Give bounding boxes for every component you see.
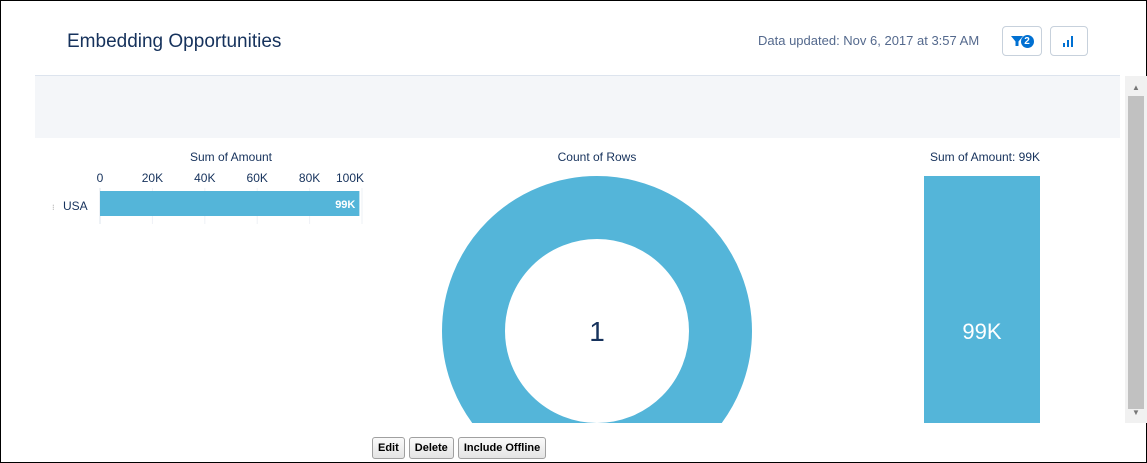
x-tick-label: 100K [336,171,364,185]
x-tick-label: 60K [247,171,268,185]
x-tick-label: 20K [142,171,163,185]
bottom-toolbar: Edit Delete Include Offline [372,437,547,459]
donut-chart: 1 [442,176,752,423]
metric-bar [924,176,1040,423]
x-tick-label: 40K [194,171,215,185]
horizontal-bar-chart: 0 20K 40K 60K 80K 100K ⁝ USA 99K [52,171,364,224]
bar [100,191,360,216]
include-offline-button[interactable]: Include Offline [457,437,547,459]
metric-bar-chart: 99K [924,176,1040,423]
edit-button[interactable]: Edit [372,437,405,459]
x-tick-label: 80K [299,171,320,185]
charts-canvas: 0 20K 40K 60K 80K 100K ⁝ USA 99K 1 99K [52,171,1040,423]
category-label: USA [63,199,88,213]
drag-handle-icon: ⁝ [52,203,55,212]
donut-center-label: 1 [589,316,605,347]
bar-value-label: 99K [335,199,355,211]
metric-value-label: 99K [962,319,1001,344]
x-tick-label: 0 [97,171,104,185]
delete-button[interactable]: Delete [408,437,454,459]
